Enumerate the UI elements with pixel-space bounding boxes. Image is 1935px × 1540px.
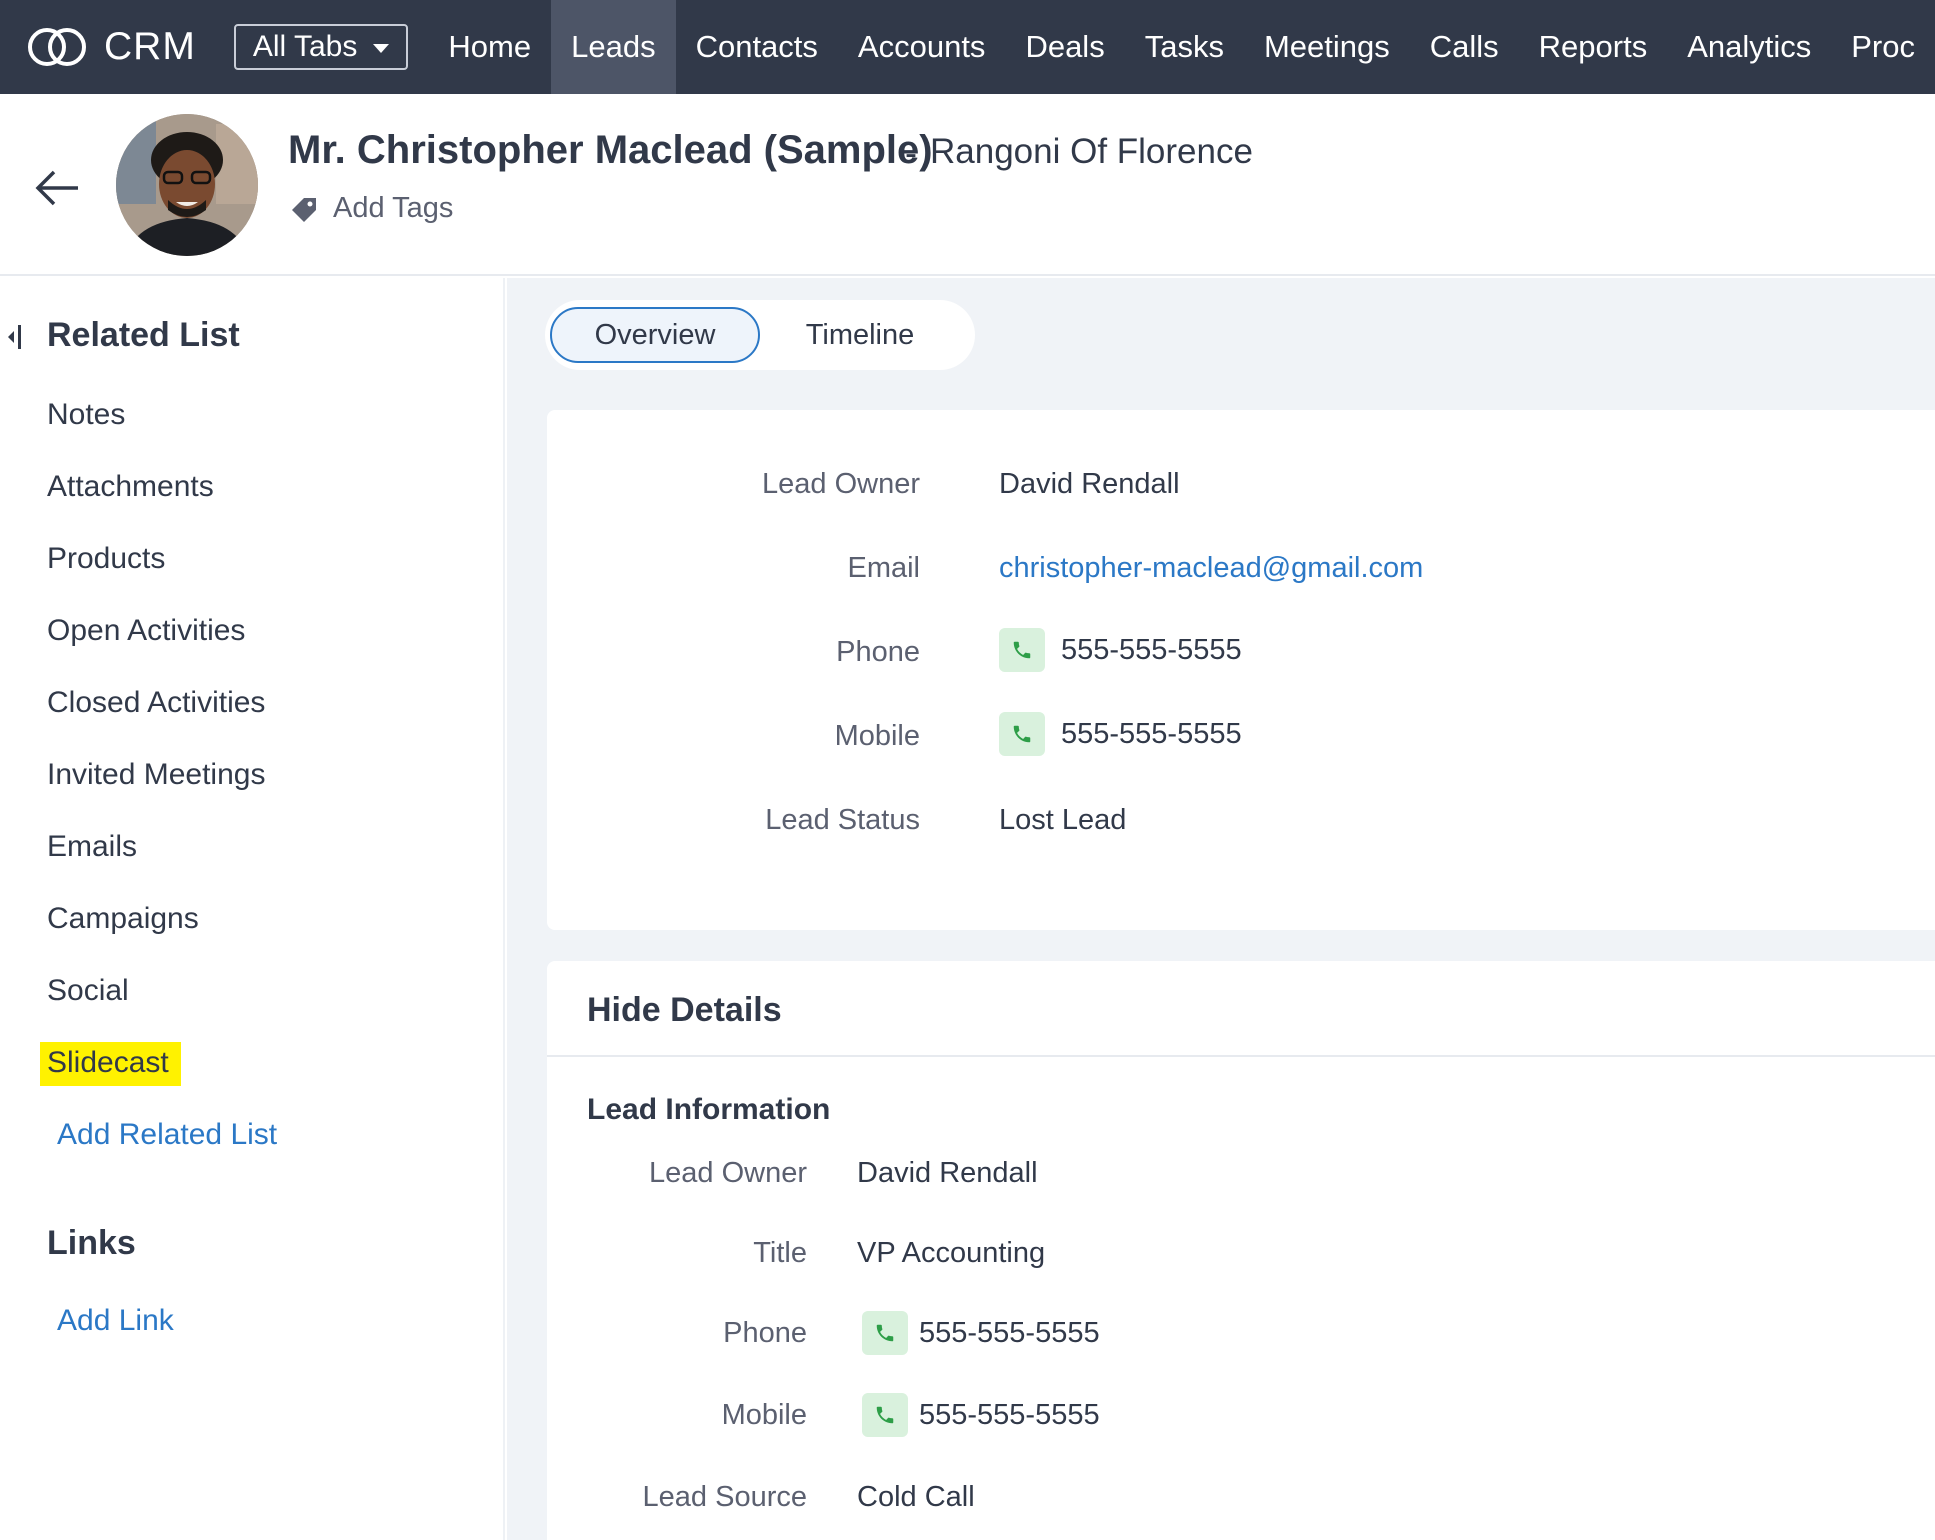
record-company[interactable]: Rangoni Of Florence — [930, 132, 1253, 172]
field-label-phone: Phone — [836, 636, 920, 668]
related-item-attachments[interactable]: Attachments — [47, 470, 214, 504]
related-item-open-activities[interactable]: Open Activities — [47, 614, 245, 648]
profile-photo — [116, 114, 258, 256]
view-tabs: Overview Timeline — [545, 300, 975, 370]
all-tabs-label: All Tabs — [252, 30, 358, 63]
module-tabs: Home Leads Contacts Accounts Deals Tasks… — [428, 0, 1935, 94]
field-label-lead-status: Lead Status — [765, 804, 920, 836]
related-item-social[interactable]: Social — [47, 974, 129, 1008]
detail-mobile-call-button[interactable] — [862, 1393, 908, 1437]
nav-item-analytics[interactable]: Analytics — [1667, 0, 1831, 94]
nav-item-deals[interactable]: Deals — [1005, 0, 1124, 94]
nav-item-reports[interactable]: Reports — [1519, 0, 1668, 94]
field-value-lead-owner[interactable]: David Rendall — [999, 468, 1180, 501]
avatar[interactable] — [116, 114, 258, 256]
main-content: Overview Timeline Lead Owner David Renda… — [507, 278, 1935, 1540]
related-item-slidecast[interactable]: Slidecast — [40, 1042, 181, 1086]
related-item-emails[interactable]: Emails — [47, 830, 137, 864]
nav-item-tasks[interactable]: Tasks — [1125, 0, 1244, 94]
all-tabs-dropdown[interactable]: All Tabs — [233, 24, 409, 70]
detail-phone-call-button[interactable] — [862, 1311, 908, 1355]
phone-icon — [876, 1324, 894, 1342]
nav-item-calls[interactable]: Calls — [1410, 0, 1519, 94]
phone-call-button[interactable] — [999, 628, 1045, 672]
back-arrow-icon[interactable] — [34, 168, 82, 208]
record-header: Mr. Christopher Maclead (Sample) - Rango… — [0, 94, 1935, 276]
field-label-mobile: Mobile — [834, 720, 920, 752]
related-item-closed-activities[interactable]: Closed Activities — [47, 686, 265, 720]
detail-label-mobile: Mobile — [721, 1399, 807, 1431]
nav-item-meetings[interactable]: Meetings — [1244, 0, 1410, 94]
related-list-heading: Related List — [47, 316, 240, 354]
phone-icon — [876, 1406, 894, 1424]
nav-item-products[interactable]: Proc — [1831, 0, 1935, 94]
record-name: Mr. Christopher Maclead (Sample) — [288, 128, 933, 172]
phone-icon — [1013, 641, 1031, 659]
collapse-panel-icon[interactable] — [6, 324, 24, 350]
related-item-invited-meetings[interactable]: Invited Meetings — [47, 758, 265, 792]
nav-item-home[interactable]: Home — [428, 0, 551, 94]
tag-icon — [292, 198, 316, 222]
details-card: Hide Details Lead Information Lead Owner… — [547, 961, 1935, 1540]
crm-logo[interactable]: CRM — [26, 25, 196, 69]
name-company-separator: - — [905, 132, 917, 173]
tab-timeline[interactable]: Timeline — [760, 307, 960, 363]
detail-value-lead-source[interactable]: Cold Call — [857, 1481, 975, 1514]
mobile-call-button[interactable] — [999, 712, 1045, 756]
nav-item-leads[interactable]: Leads — [551, 0, 676, 94]
chevron-down-icon — [373, 44, 390, 53]
field-label-lead-owner: Lead Owner — [762, 468, 920, 500]
add-related-list-link[interactable]: Add Related List — [57, 1118, 277, 1152]
related-list-sidebar: Related List Notes Attachments Products … — [0, 278, 505, 1540]
field-value-lead-status[interactable]: Lost Lead — [999, 804, 1126, 837]
field-value-phone[interactable]: 555-555-5555 — [1061, 634, 1242, 667]
lead-information-heading: Lead Information — [587, 1093, 831, 1126]
add-link-button[interactable]: Add Link — [57, 1304, 174, 1338]
detail-value-lead-owner[interactable]: David Rendall — [857, 1157, 1038, 1190]
nav-item-accounts[interactable]: Accounts — [838, 0, 1006, 94]
email-link[interactable]: christopher-maclead@gmail.com — [999, 552, 1423, 585]
phone-icon — [1013, 725, 1031, 743]
related-item-products[interactable]: Products — [47, 542, 165, 576]
detail-label-title: Title — [753, 1237, 807, 1269]
brand-name: CRM — [104, 25, 196, 68]
detail-value-title[interactable]: VP Accounting — [857, 1237, 1045, 1270]
add-tags-button[interactable]: Add Tags — [333, 192, 453, 225]
links-heading: Links — [47, 1224, 136, 1262]
tab-overview[interactable]: Overview — [550, 307, 760, 363]
divider — [547, 1055, 1935, 1057]
related-item-notes[interactable]: Notes — [47, 398, 125, 432]
detail-label-phone: Phone — [723, 1317, 807, 1349]
overview-card: Lead Owner David Rendall Email christoph… — [547, 410, 1935, 930]
related-item-campaigns[interactable]: Campaigns — [47, 902, 199, 936]
top-navigation-bar: CRM All Tabs Home Leads Contacts Account… — [0, 0, 1935, 94]
detail-value-phone[interactable]: 555-555-5555 — [919, 1317, 1100, 1350]
hide-details-toggle[interactable]: Hide Details — [587, 991, 782, 1030]
field-value-mobile[interactable]: 555-555-5555 — [1061, 718, 1242, 751]
detail-value-mobile[interactable]: 555-555-5555 — [919, 1399, 1100, 1432]
detail-label-lead-owner: Lead Owner — [649, 1157, 807, 1189]
crm-logo-icon — [28, 28, 86, 66]
field-label-email: Email — [847, 552, 920, 584]
nav-item-contacts[interactable]: Contacts — [676, 0, 838, 94]
detail-label-lead-source: Lead Source — [642, 1481, 807, 1513]
